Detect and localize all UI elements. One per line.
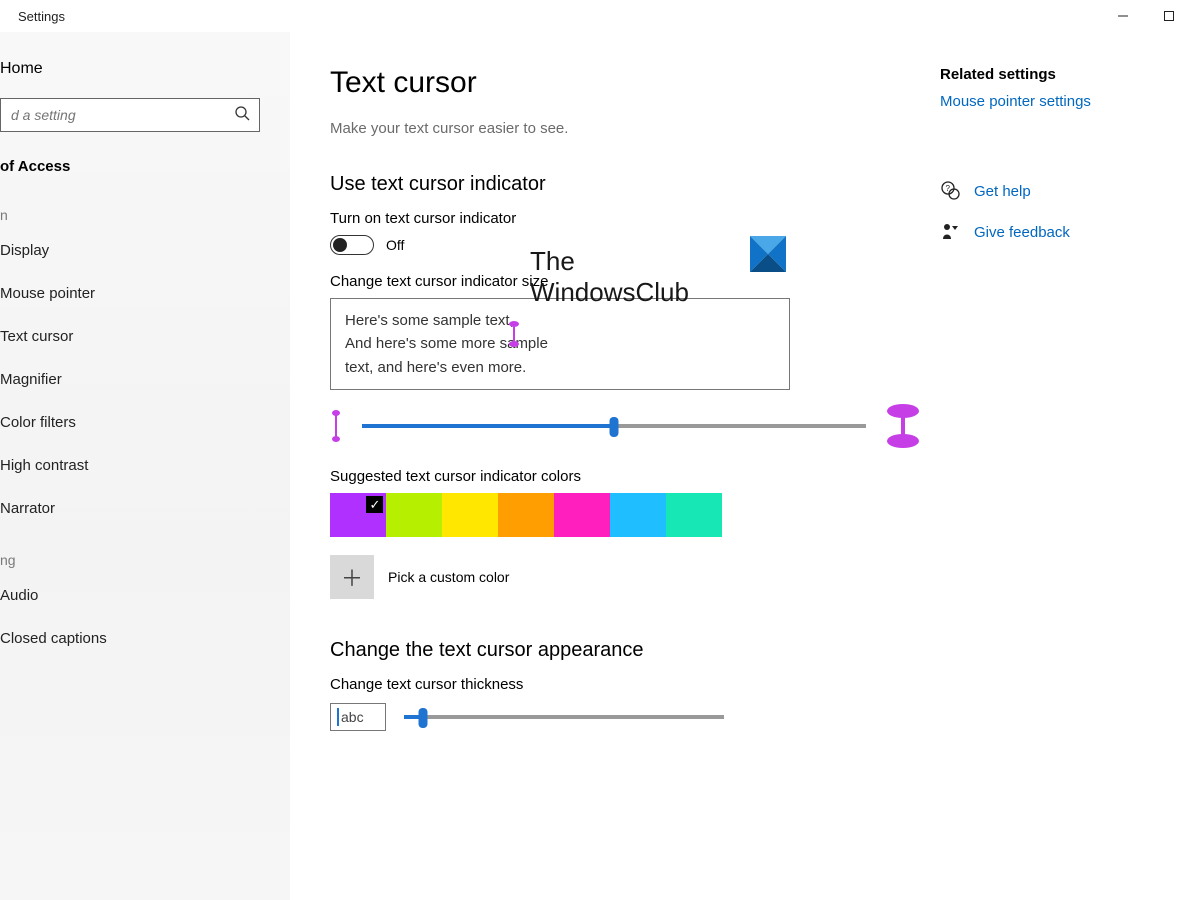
toggle-knob [333,238,347,252]
cursor-size-large-icon [886,404,920,448]
text-cursor-indicator-toggle[interactable] [330,235,374,255]
give-feedback-link[interactable]: Give feedback [974,224,1070,241]
window-controls [1100,0,1192,32]
sidebar-item-label: High contrast [0,457,88,474]
color-swatch-purple[interactable]: ✓ [330,493,386,537]
svg-text:?: ? [946,184,951,193]
preview-line: Here's some sample text, [345,312,514,329]
color-swatch-lime[interactable] [386,493,442,537]
sidebar-item-label: Magnifier [0,371,62,388]
colors-label: Suggested text cursor indicator colors [330,468,920,485]
section-indicator-heading: Use text cursor indicator [330,173,920,196]
sidebar-item-label: Mouse pointer [0,285,95,302]
preview-line: text, and here's even more. [345,359,526,376]
check-icon: ✓ [366,495,384,513]
sidebar-item-display[interactable]: Display [0,229,290,272]
sidebar-item-magnifier[interactable]: Magnifier [0,358,290,401]
thickness-preview-text: abc [341,709,364,725]
section-appearance-heading: Change the text cursor appearance [330,639,920,662]
color-swatch-orange[interactable] [498,493,554,537]
get-help-link[interactable]: Get help [974,183,1031,200]
cursor-size-slider[interactable] [362,424,866,428]
help-icon: ? [940,180,960,203]
sidebar-subhead-hearing: ng [0,530,290,574]
sidebar-item-label: Text cursor [0,328,73,345]
page-subtitle: Make your text cursor easier to see. [330,120,920,137]
slider-thumb[interactable] [419,708,428,728]
slider-thumb[interactable] [610,417,619,437]
feedback-icon [940,221,960,244]
sidebar-item-label: Display [0,242,49,259]
sidebar-item-label: Color filters [0,414,76,431]
toggle-label: Turn on text cursor indicator [330,210,920,227]
sidebar: Home of Access n Display Mouse pointer T… [0,32,290,900]
app-title: Settings [18,9,65,24]
cursor-preview-box: Here's some sample text, And here's some… [330,298,790,390]
sidebar-item-narrator[interactable]: Narrator [0,487,290,530]
sidebar-item-label: Audio [0,587,38,604]
sidebar-subhead-vision: n [0,185,290,229]
cursor-thickness-slider[interactable] [404,715,724,719]
sidebar-item-label: Closed captions [0,630,107,647]
custom-color-label: Pick a custom color [388,569,509,585]
search-input[interactable] [0,98,260,132]
size-label: Change text cursor indicator size [330,273,920,290]
toggle-state-text: Off [386,237,404,253]
thickness-label: Change text cursor thickness [330,676,920,693]
search-box[interactable] [0,98,260,132]
sidebar-item-text-cursor[interactable]: Text cursor [0,315,290,358]
sidebar-item-audio[interactable]: Audio [0,574,290,617]
plus-icon: ＋ [341,561,363,593]
text-caret-icon [337,708,339,726]
color-swatch-cyan[interactable] [610,493,666,537]
search-icon [234,105,250,124]
home-nav[interactable]: Home [0,50,290,98]
page-title: Text cursor [330,66,920,100]
thickness-preview: abc [330,703,386,731]
cursor-size-small-icon [330,409,342,443]
category-heading: of Access [0,154,290,185]
minimize-button[interactable] [1100,0,1146,32]
suggested-colors: ✓ [330,493,920,537]
sidebar-item-color-filters[interactable]: Color filters [0,401,290,444]
color-swatch-yellow[interactable] [442,493,498,537]
sidebar-item-mouse-pointer[interactable]: Mouse pointer [0,272,290,315]
sidebar-item-closed-captions[interactable]: Closed captions [0,617,290,660]
color-swatch-teal[interactable] [666,493,722,537]
sidebar-item-label: Narrator [0,500,55,517]
pick-custom-color-button[interactable]: ＋ [330,555,374,599]
mouse-pointer-settings-link[interactable]: Mouse pointer settings [940,93,1160,110]
maximize-button[interactable] [1146,0,1192,32]
titlebar: Settings [0,0,1200,32]
color-swatch-magenta[interactable] [554,493,610,537]
related-settings-heading: Related settings [940,66,1160,83]
sidebar-item-high-contrast[interactable]: High contrast [0,444,290,487]
